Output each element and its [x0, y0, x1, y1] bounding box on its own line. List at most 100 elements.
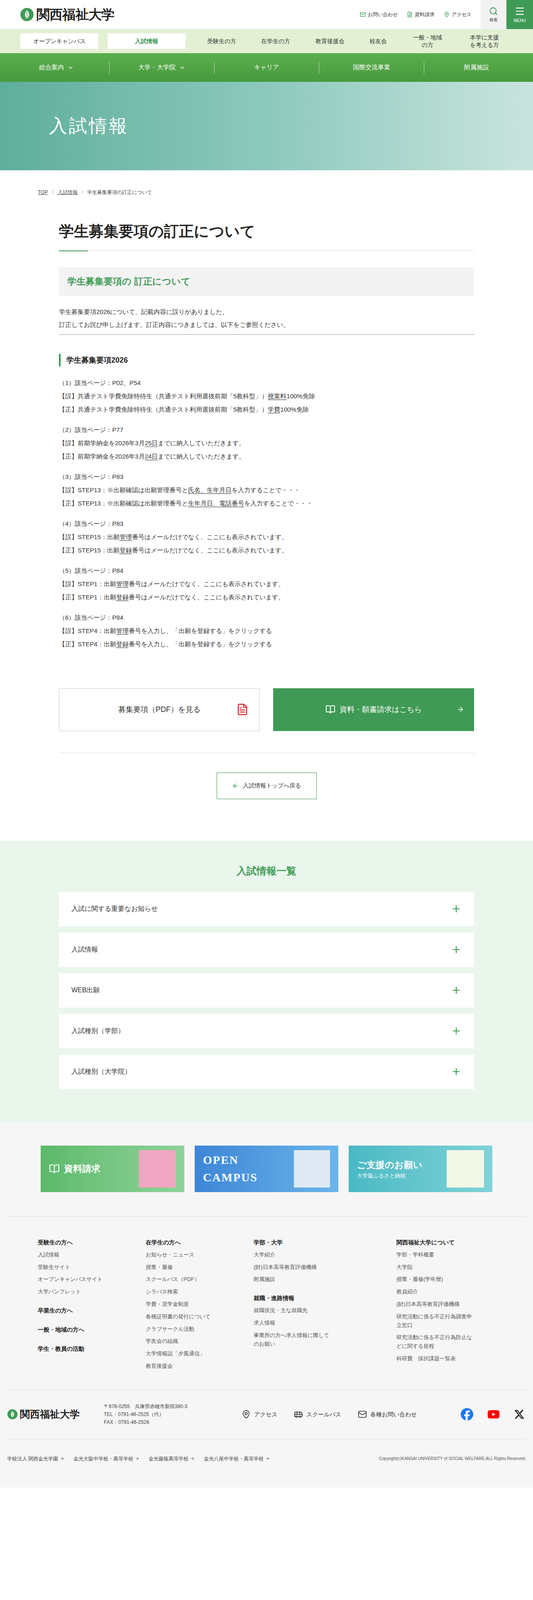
group-link[interactable]: 金光大阪中学校・高等学校 [73, 1454, 140, 1462]
footer-link[interactable]: 学費・奨学金制度 [145, 1299, 225, 1309]
search-button[interactable]: 検索 [480, 0, 507, 30]
accordion-item[interactable]: 入試情報 [58, 931, 475, 967]
facebook-icon[interactable] [460, 1407, 474, 1420]
banner-image [446, 1149, 485, 1187]
footer-link[interactable]: (財)日本高等教育評価機構 [253, 1262, 333, 1272]
footer-link[interactable]: (財)日本高等教育評価機構 [396, 1299, 476, 1309]
footer-heading[interactable]: 受験生の方へ [37, 1236, 146, 1247]
arrow-right-icon [59, 1455, 65, 1460]
group-link[interactable]: 金光藤蔭高等学校 [148, 1454, 195, 1462]
page: 関西福祉大学お問い合わせ資料請求アクセス検索MENUオープンキャンパス入試情報受… [0, 0, 533, 1487]
footer-link[interactable]: 入試情報 [37, 1249, 117, 1259]
breadcrumb-item[interactable]: TOP [37, 188, 48, 196]
footer-heading[interactable]: 就職・進路情報 [253, 1292, 397, 1303]
x-icon[interactable] [513, 1408, 525, 1419]
footer-link[interactable]: シラバス検索 [145, 1286, 225, 1296]
footer-link[interactable]: 教育後援会 [145, 1361, 225, 1370]
accordion-item[interactable]: 入試種別（学部） [58, 1013, 475, 1048]
footer-link[interactable]: オープンキャンパスサイト [37, 1274, 117, 1284]
footer-link[interactable]: スクールバス（PDF） [145, 1274, 225, 1284]
footer-link[interactable]: クラブサークル活動 [145, 1324, 225, 1333]
footer-heading[interactable]: 卒業生の方へ [37, 1304, 146, 1315]
footer-logo[interactable]: 関西福祉大学 [7, 1405, 104, 1421]
site-footer: 資料請求OPEN CAMPUSご支援のお願い大学版ふるさと納税受験生の方へ入試情… [0, 1121, 533, 1487]
footer-link[interactable]: 大学紹介 [253, 1249, 333, 1259]
main-nav-item[interactable]: キャリア [214, 61, 320, 74]
audience-pill[interactable]: 入試情報 [107, 33, 186, 49]
correction-line: 【正】前期学納金を2026年3月24日までに納入していただきます。 [58, 449, 475, 463]
main-nav-item[interactable]: 附属施設 [423, 61, 529, 74]
footer-link[interactable]: 附属施設 [253, 1274, 333, 1284]
social-link[interactable] [513, 1408, 525, 1419]
footer-link[interactable]: 研究活動に係る不正行為防止などに関する規程 [396, 1332, 476, 1350]
accordion-item[interactable]: 入試に関する重要なお知らせ [58, 891, 475, 926]
footer-link[interactable]: 各種証明書の発行について [145, 1311, 225, 1321]
back-button[interactable]: 入試情報トップへ戻る [216, 772, 317, 799]
group-link[interactable]: 学校法人 関西金光学園 [7, 1454, 65, 1462]
correction-item: （3）該当ページ：P83【誤】STEP13：※出願確認は出願管理番号と氏名、生年… [58, 469, 475, 510]
header-link[interactable]: 資料請求 [406, 10, 435, 19]
footer-heading[interactable]: 学部・大学 [253, 1236, 397, 1247]
audience-pill[interactable]: オープンキャンパス [20, 33, 99, 49]
arrow-left-icon [232, 782, 239, 789]
banner[interactable]: ご支援のお願い大学版ふるさと納税 [348, 1144, 493, 1192]
document-icon [406, 11, 413, 18]
utility-link[interactable]: スクールバス [293, 1408, 342, 1419]
footer-link[interactable]: 科研費 採択課題一覧表 [396, 1353, 476, 1363]
audience-link[interactable]: 受験生の方 [207, 37, 237, 45]
main-nav: 総合案内大学・大学院キャリア国際交流事業附属施設 [0, 53, 533, 82]
utility-link[interactable]: 各種お問い合わせ [357, 1408, 417, 1419]
banner[interactable]: OPEN CAMPUS [194, 1144, 339, 1192]
footer-link[interactable]: 学友会の組織 [145, 1336, 225, 1345]
chevron-down-icon [178, 64, 186, 71]
site-logo[interactable]: 関西福祉大学 [19, 4, 115, 25]
footer-heading[interactable]: 在学生の方へ [145, 1236, 254, 1247]
footer-link[interactable]: 大学パンフレット [37, 1286, 117, 1296]
footer-link[interactable]: 授業・履修 [145, 1262, 225, 1272]
audience-nav: オープンキャンパス入試情報 受験生の方 在学生の方 教育後援会 校友会 一般・地域の方 本学… [0, 29, 533, 54]
banner[interactable]: 資料請求 [40, 1144, 185, 1192]
pin-icon [443, 11, 450, 18]
group-link[interactable]: 金光八尾中学校・高等学校 [203, 1454, 270, 1462]
accordion-item[interactable]: 入試種別（大学院） [58, 1053, 475, 1089]
social-link[interactable] [460, 1407, 474, 1420]
breadcrumb-item[interactable]: 入試情報 [57, 188, 78, 196]
footer-link[interactable]: お知らせ・ニュース [145, 1249, 225, 1259]
footer-link[interactable]: 教員紹介 [396, 1286, 476, 1296]
footer-link[interactable]: 研究活動に係る不正行為調査申立窓口 [396, 1311, 476, 1330]
main-nav-item[interactable]: 大学・大学院 [109, 61, 215, 74]
utility-link[interactable]: アクセス [241, 1408, 278, 1419]
header-link[interactable]: アクセス [443, 10, 472, 19]
main-nav-item[interactable]: 総合案内 [4, 61, 110, 74]
header-link[interactable]: お問い合わせ [359, 10, 398, 19]
correction-line: 【正】STEP1：出願登録番号はメールだけでなく、ここにも表示されています。 [58, 590, 475, 604]
footer-column: 受験生の方へ入試情報受験生サイトオープンキャンパスサイト大学パンフレット卒業生の… [37, 1236, 146, 1370]
youtube-icon[interactable] [487, 1407, 500, 1420]
pdf-button[interactable]: 募集要項（PDF）を見る [58, 687, 260, 731]
footer-link[interactable]: 授業・履修(学年暦) [396, 1274, 476, 1284]
social-link[interactable] [487, 1407, 500, 1420]
main-nav-item[interactable]: 国際交流事業 [318, 61, 424, 74]
footer-link[interactable]: 求人情報 [253, 1317, 333, 1327]
footer-link[interactable]: 就職状況・主な就職先 [253, 1305, 333, 1315]
accordion-item[interactable]: WEB出願 [58, 972, 475, 1008]
audience-link[interactable]: 一般・地域の方 [411, 33, 444, 49]
footer-heading[interactable]: 学生・教員の活動 [37, 1342, 146, 1353]
request-button[interactable]: 資料・願書請求はこちら [273, 687, 475, 731]
footer-link[interactable]: 学部・学科概要 [396, 1249, 476, 1259]
audience-link[interactable]: 校友会 [369, 37, 387, 45]
footer-link[interactable]: 事業所の方へ求人情報に際してのお願い [253, 1330, 333, 1348]
footer-heading[interactable]: 関西福祉大学について [396, 1236, 496, 1247]
correction-item: （4）該当ページ：P83【誤】STEP15：出願管理番号はメールだけでなく、ここ… [58, 516, 475, 557]
footer-heading[interactable]: 一般・地域の方へ [37, 1323, 146, 1334]
audience-link[interactable]: 在学生の方 [261, 37, 291, 45]
audience-link[interactable]: 本学に支援を考える方 [468, 33, 501, 49]
correction-line: 【誤】STEP4：出願管理番号を入力し、「出願を登録する」をクリックする [58, 623, 475, 638]
correction-line: 【正】STEP15：出願登録番号はメールだけでなく、ここにも表示されています。 [58, 543, 475, 557]
footer-link[interactable]: 大学情報誌「夕風通信」 [145, 1348, 225, 1358]
audience-link[interactable]: 教育後援会 [315, 37, 345, 45]
footer-link[interactable]: 受験生サイト [37, 1262, 117, 1272]
menu-button[interactable]: MENU [506, 0, 533, 30]
logo-emblem-icon [7, 1408, 18, 1419]
footer-link[interactable]: 大学院 [396, 1262, 476, 1272]
